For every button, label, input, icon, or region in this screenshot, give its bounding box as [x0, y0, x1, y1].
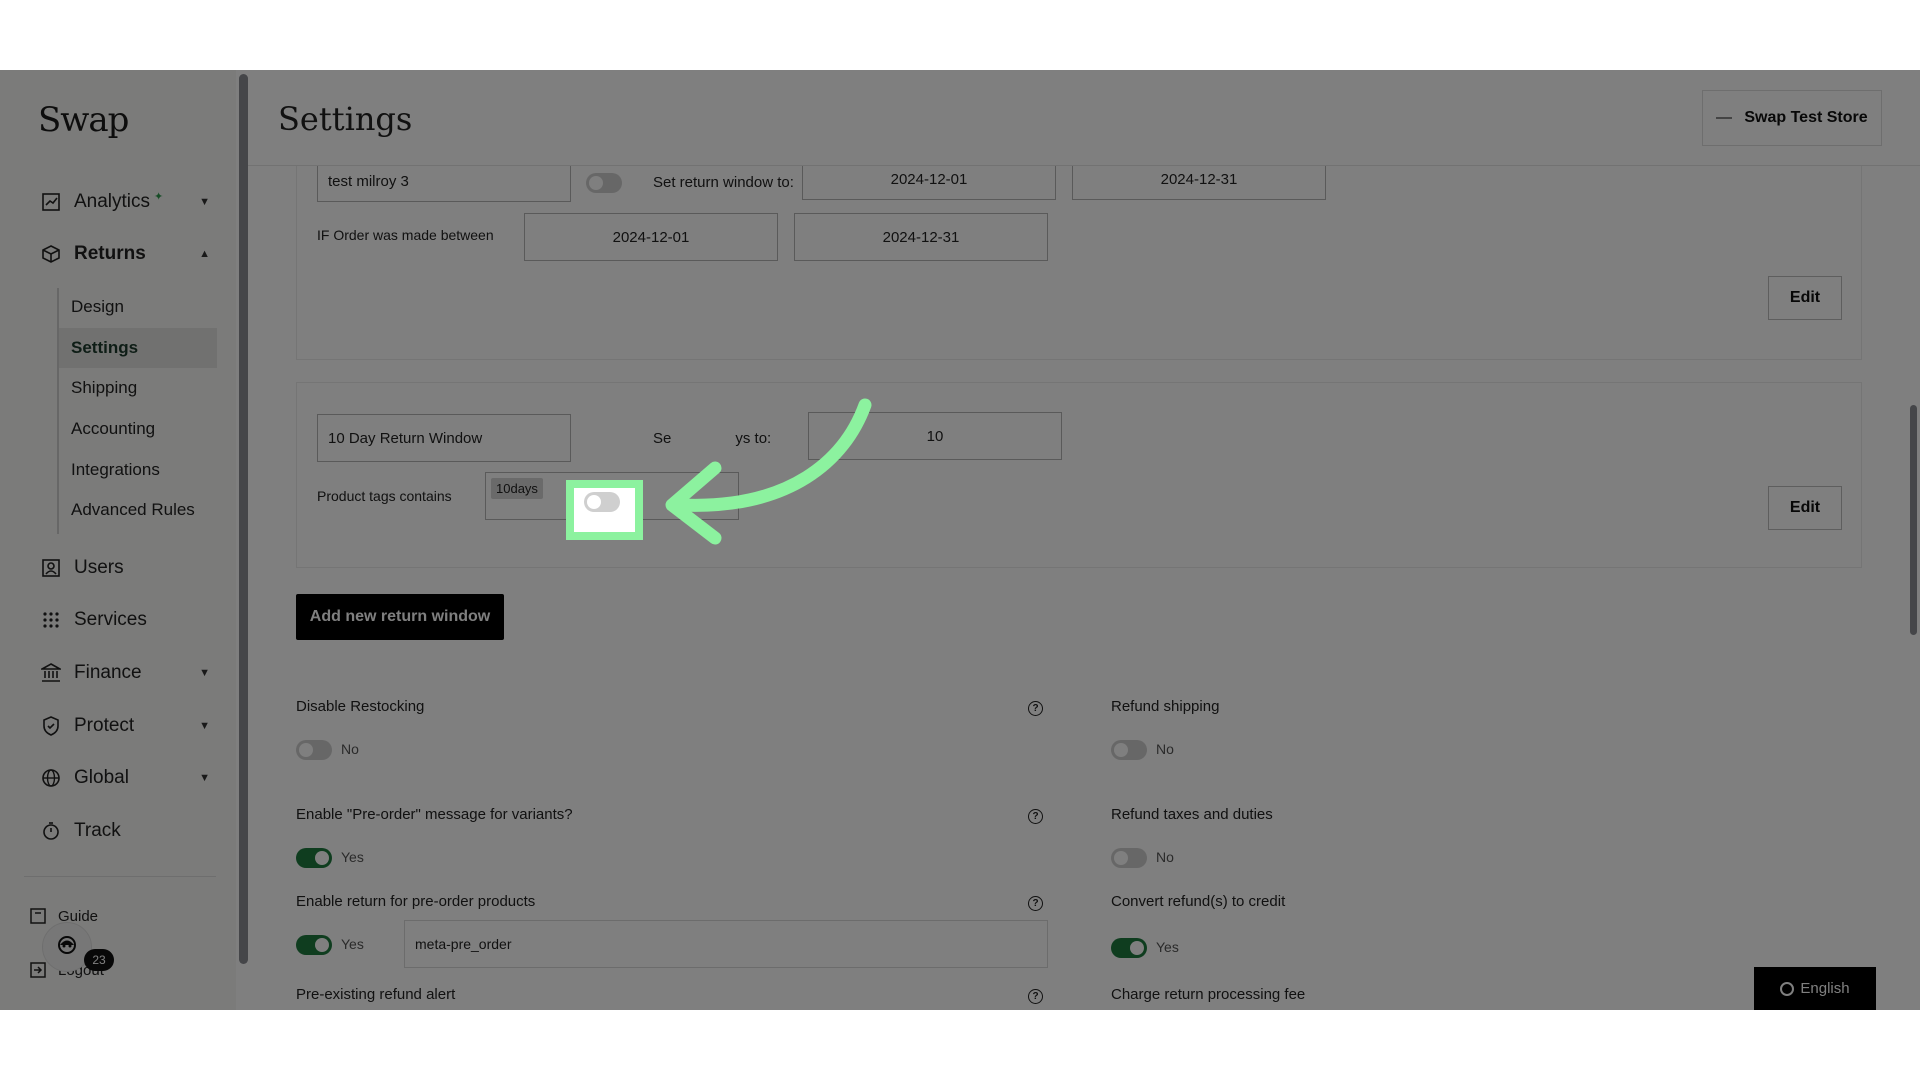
toggle-state-text: No [1156, 741, 1174, 757]
sidebar-subitem-advanced-rules[interactable]: Advanced Rules [71, 490, 195, 530]
language-button[interactable]: English [1754, 967, 1876, 1010]
sidebar-item-returns[interactable]: Returns ▲ [40, 238, 210, 270]
refund-taxes-toggle[interactable] [1111, 848, 1147, 868]
toggle-state-text: No [341, 741, 359, 757]
help-icon[interactable]: ? [1028, 701, 1043, 716]
sidebar: Swap Analytics ✦ ▼ Returns ▲ Design Sett… [0, 70, 236, 1010]
set-window-label: Set return window to: [653, 174, 794, 191]
convert-credit-toggle[interactable] [1111, 938, 1147, 958]
tag-chip[interactable]: 10days [491, 478, 543, 499]
chart-icon [40, 191, 62, 213]
preorder-metafield-input[interactable]: meta-pre_order [404, 920, 1048, 968]
toggle-state-text: No [1156, 849, 1174, 865]
book-icon [28, 906, 48, 926]
edit-rule-button[interactable]: Edit [1768, 486, 1842, 530]
toggle-state-text: Yes [341, 849, 364, 865]
refund-shipping-label: Refund shipping [1111, 698, 1220, 715]
processing-fee-label: Charge return processing fee [1111, 986, 1306, 1003]
preorder-message-label: Enable "Pre-order" message for variants? [296, 806, 573, 823]
sidebar-subitem-accounting[interactable]: Accounting [71, 409, 155, 449]
help-icon[interactable]: ? [1028, 896, 1043, 911]
store-switcher-button[interactable]: Swap Test Store [1702, 90, 1882, 146]
sidebar-item-users[interactable]: Users [40, 552, 210, 584]
store-name: Swap Test Store [1744, 109, 1868, 126]
sidebar-item-services[interactable]: Services [40, 604, 210, 636]
notification-badge: 23 [84, 949, 114, 971]
sidebar-subitem-design[interactable]: Design [71, 287, 124, 327]
grid-icon [40, 609, 62, 631]
sidebar-item-label: Global [74, 767, 129, 788]
caret-down-icon: ▼ [199, 720, 210, 732]
toggle-state-text: Yes [1156, 939, 1179, 955]
sidebar-item-protect[interactable]: Protect ▼ [40, 710, 210, 742]
add-return-window-button[interactable]: Add new return window [296, 594, 504, 640]
preorder-returns-label: Enable return for pre-order products [296, 893, 536, 910]
highlight-box [566, 480, 643, 540]
preorder-message-toggle[interactable] [296, 848, 332, 868]
sidebar-item-label: Users [74, 557, 124, 578]
sidebar-item-label: Services [74, 609, 147, 630]
disable-restocking-label: Disable Restocking [296, 698, 425, 715]
main-content: test milroy 3 Set return window to: 2024… [248, 166, 1920, 1010]
page-title: Settings [278, 100, 413, 138]
preorder-returns-toggle[interactable] [296, 935, 332, 955]
window-end-date[interactable]: 2024-12-31 [1072, 166, 1326, 200]
stopwatch-icon [40, 820, 62, 842]
convert-credit-label: Convert refund(s) to credit [1111, 893, 1286, 910]
sidebar-item-label: Finance [74, 662, 142, 683]
preexisting-alert-label: Pre-existing refund alert [296, 986, 456, 1003]
sidebar-item-track[interactable]: Track [40, 815, 210, 847]
sidebar-item-global[interactable]: Global ▼ [40, 762, 210, 794]
help-icon[interactable]: ? [1028, 809, 1043, 824]
app-window: Swap Analytics ✦ ▼ Returns ▲ Design Sett… [0, 70, 1920, 1010]
sidebar-item-label: Protect [74, 715, 135, 736]
sidebar-subitem-settings[interactable]: Settings [59, 328, 217, 368]
sparkle-icon: ✦ [154, 191, 164, 203]
refund-shipping-toggle[interactable] [1111, 740, 1147, 760]
rule-name-input[interactable]: test milroy 3 [317, 166, 571, 202]
brand-logo: Swap [38, 100, 129, 140]
edit-rule-button[interactable]: Edit [1768, 276, 1842, 320]
refund-taxes-label: Refund taxes and duties [1111, 806, 1273, 823]
toggle-state-text: Yes [341, 936, 364, 952]
sidebar-divider [24, 876, 216, 877]
condition-start-date[interactable]: 2024-12-01 [524, 213, 778, 261]
caret-down-icon: ▼ [199, 772, 210, 784]
sidebar-item-label: Analytics [74, 191, 151, 212]
sidebar-item-label: Track [74, 820, 121, 841]
globe-icon [40, 767, 62, 789]
sidebar-subitem-shipping[interactable]: Shipping [71, 368, 137, 408]
dash-icon [1716, 117, 1733, 119]
condition-end-date[interactable]: 2024-12-31 [794, 213, 1048, 261]
user-icon [40, 557, 62, 579]
sidebar-item-label: Returns [74, 243, 146, 264]
help-icon[interactable]: ? [1028, 989, 1043, 1004]
top-header: Settings Swap Test Store [248, 70, 1920, 166]
rule-active-toggle[interactable] [586, 173, 622, 193]
window-start-date[interactable]: 2024-12-01 [802, 166, 1056, 200]
package-icon [40, 243, 62, 265]
main-scrollbar[interactable] [1910, 405, 1917, 635]
pointer-arrow-icon [665, 398, 872, 545]
caret-up-icon: ▲ [199, 248, 210, 260]
rule-active-toggle-highlighted[interactable] [584, 492, 620, 512]
submenu-line [57, 288, 59, 534]
support-agent-icon [58, 936, 76, 954]
logout-icon [28, 960, 48, 980]
rule-name-input[interactable]: 10 Day Return Window [317, 414, 571, 462]
sidebar-item-analytics[interactable]: Analytics ✦ ▼ [40, 186, 210, 218]
sidebar-item-finance[interactable]: Finance ▼ [40, 657, 210, 689]
caret-down-icon: ▼ [199, 667, 210, 679]
disable-restocking-toggle[interactable] [296, 740, 332, 760]
globe-icon [1780, 981, 1795, 996]
condition-label: IF Order was made between [317, 227, 494, 243]
language-label: English [1800, 980, 1850, 997]
caret-down-icon: ▼ [199, 196, 210, 208]
bank-icon [40, 662, 62, 684]
sidebar-subitem-integrations[interactable]: Integrations [71, 450, 160, 490]
shield-icon [40, 715, 62, 737]
sidebar-scrollbar[interactable] [239, 74, 248, 964]
condition-label: Product tags contains [317, 488, 452, 504]
